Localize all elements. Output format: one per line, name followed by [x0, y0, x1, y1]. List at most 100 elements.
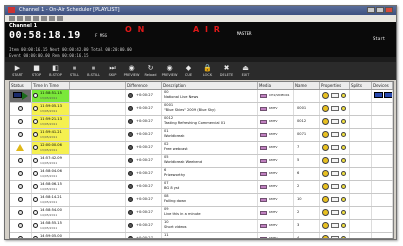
row-checkbox[interactable]	[33, 145, 38, 150]
table-row[interactable]: 14:58:54.00 14/05/2011 +0:00:27 09 Live this…	[10, 207, 393, 220]
properties-flag-icon[interactable]	[341, 171, 346, 176]
cue-button[interactable]: ◆ CUE	[179, 62, 198, 80]
properties-box-icon[interactable]	[331, 184, 339, 189]
menu-icon-7[interactable]	[57, 16, 63, 21]
menu-icon-3[interactable]	[25, 16, 31, 21]
properties-flag-icon[interactable]	[341, 93, 346, 98]
properties-clock-icon[interactable]	[322, 92, 329, 99]
properties-clock-icon[interactable]	[322, 196, 329, 203]
table-row[interactable]: 14:59:05.0014/05/2011 +0:00:27 11Wah yo se…	[10, 233, 393, 238]
lock-status-icon[interactable]	[18, 197, 23, 202]
start-button[interactable]: ▶ START	[8, 62, 27, 80]
row-checkbox[interactable]	[33, 158, 38, 163]
properties-box-icon[interactable]	[331, 106, 339, 111]
col-description[interactable]: Description	[162, 82, 258, 89]
close-button[interactable]	[385, 7, 393, 13]
lock-status-icon[interactable]	[18, 236, 23, 238]
still-button[interactable]: ⏸ STILL	[65, 62, 84, 80]
table-row[interactable]: 14:57:42.09 14/05/2011 +0:00:27 05 Worldbrea…	[10, 155, 393, 168]
properties-flag-icon[interactable]	[341, 145, 346, 150]
properties-clock-icon[interactable]	[322, 157, 329, 164]
exit-button[interactable]: ⏏ EXIT	[236, 62, 255, 80]
col-splits[interactable]: Splits	[350, 82, 372, 89]
properties-flag-icon[interactable]	[341, 197, 346, 202]
menu-icon-2[interactable]	[17, 16, 23, 21]
lock-status-icon[interactable]	[18, 184, 23, 189]
col-status[interactable]: Status	[10, 82, 32, 89]
preview-button-2[interactable]: ◉ PREVIEW	[160, 62, 179, 80]
lock-status-icon[interactable]	[18, 171, 23, 176]
properties-flag-icon[interactable]	[341, 132, 346, 137]
stop-button[interactable]: ■ STOP	[27, 62, 46, 80]
col-time[interactable]: Time In Time	[32, 82, 70, 89]
col-media[interactable]: Media	[258, 82, 294, 89]
maximize-button[interactable]	[376, 7, 384, 13]
delete-button[interactable]: ✖ DELETE	[217, 62, 236, 80]
col-properties[interactable]: Properties	[320, 82, 350, 89]
properties-box-icon[interactable]	[331, 223, 339, 228]
lock-status-icon[interactable]	[18, 106, 23, 111]
row-checkbox[interactable]	[33, 106, 38, 111]
menu-icon-4[interactable]	[33, 16, 39, 21]
row-checkbox[interactable]	[33, 184, 38, 189]
lock-status-icon[interactable]	[18, 210, 23, 215]
col-difference[interactable]: Difference	[126, 82, 162, 89]
table-row[interactable]: 14:58:06.15 14/05/2011 +0:00:27 07 BG 8 yst K…	[10, 181, 393, 194]
lock-status-icon[interactable]	[18, 158, 23, 163]
properties-clock-icon[interactable]	[322, 131, 329, 138]
row-checkbox[interactable]	[33, 236, 38, 238]
lock-status-icon[interactable]	[18, 223, 23, 228]
table-row[interactable]: 11:59:21.13 13/05/2011 +0:00:27 0012 Tasting…	[10, 116, 393, 129]
properties-box-icon[interactable]	[331, 236, 339, 238]
row-checkbox[interactable]	[33, 93, 38, 98]
table-row[interactable]: 11:59:05.13 13/05/2011 +0:00:27 0001 "Blue S…	[10, 103, 393, 116]
properties-flag-icon[interactable]	[341, 236, 346, 238]
preview-button[interactable]: ◉ PREVIEW	[122, 62, 141, 80]
row-checkbox[interactable]	[33, 223, 38, 228]
table-row[interactable]: 11:58:51.15 13/05/2011 +0:00:27 00 National …	[10, 90, 393, 103]
table-row[interactable]: 14:58:55.15 14/05/2011 +0:00:27 10 Short vid…	[10, 220, 393, 233]
properties-flag-icon[interactable]	[341, 158, 346, 163]
properties-box-icon[interactable]	[331, 210, 339, 215]
properties-box-icon[interactable]	[331, 119, 339, 124]
properties-box-icon[interactable]	[331, 132, 339, 137]
skip-button[interactable]: ⏭ SKIP	[103, 62, 122, 80]
row-checkbox[interactable]	[33, 210, 38, 215]
properties-clock-icon[interactable]	[322, 118, 329, 125]
lock-button[interactable]: 🔒 LOCK	[198, 62, 217, 80]
minimize-button[interactable]	[367, 7, 375, 13]
menu-icon-5[interactable]	[41, 16, 47, 21]
properties-clock-icon[interactable]	[322, 209, 329, 216]
col-name[interactable]: Name	[294, 82, 320, 89]
properties-box-icon[interactable]	[331, 171, 339, 176]
row-checkbox[interactable]	[33, 171, 38, 176]
menu-icon-6[interactable]	[49, 16, 55, 21]
properties-flag-icon[interactable]	[341, 184, 346, 189]
lock-status-icon[interactable]	[18, 119, 23, 124]
menu-icon-1[interactable]	[9, 16, 15, 21]
properties-clock-icon[interactable]	[322, 222, 329, 229]
properties-clock-icon[interactable]	[322, 235, 329, 238]
row-checkbox[interactable]	[33, 197, 38, 202]
properties-flag-icon[interactable]	[341, 223, 346, 228]
row-checkbox[interactable]	[33, 132, 38, 137]
properties-clock-icon[interactable]	[322, 105, 329, 112]
row-checkbox[interactable]	[33, 119, 38, 124]
properties-box-icon[interactable]	[331, 93, 339, 98]
table-row[interactable]: 14:58:14.21 14/05/2011 +0:00:27 08 Falling d…	[10, 194, 393, 207]
properties-clock-icon[interactable]	[322, 144, 329, 151]
reload-button[interactable]: ↻ Reload	[141, 62, 160, 80]
properties-flag-icon[interactable]	[341, 210, 346, 215]
bstill-button[interactable]: ⏸ B.STILL	[84, 62, 103, 80]
properties-flag-icon[interactable]	[341, 119, 346, 124]
table-row[interactable]: 14:58:04.06 14/05/2011 +0:00:27 6 Prizeworth…	[10, 168, 393, 181]
table-row[interactable]: 12:00:00.06 13/05/2011 +0:00:27 02 Free webc…	[10, 142, 393, 155]
title-bar[interactable]: Channel 1 - On-Air Scheduler [PLAYLIST]	[5, 6, 396, 15]
table-row[interactable]: 11:59:41.21 13/05/2011 +0:00:27 01 Worldbrea…	[10, 129, 393, 142]
lock-status-icon[interactable]	[18, 132, 23, 137]
col-blank[interactable]	[70, 82, 126, 89]
properties-clock-icon[interactable]	[322, 170, 329, 177]
col-devices[interactable]: Devices	[372, 82, 393, 89]
properties-box-icon[interactable]	[331, 197, 339, 202]
properties-flag-icon[interactable]	[341, 106, 346, 111]
